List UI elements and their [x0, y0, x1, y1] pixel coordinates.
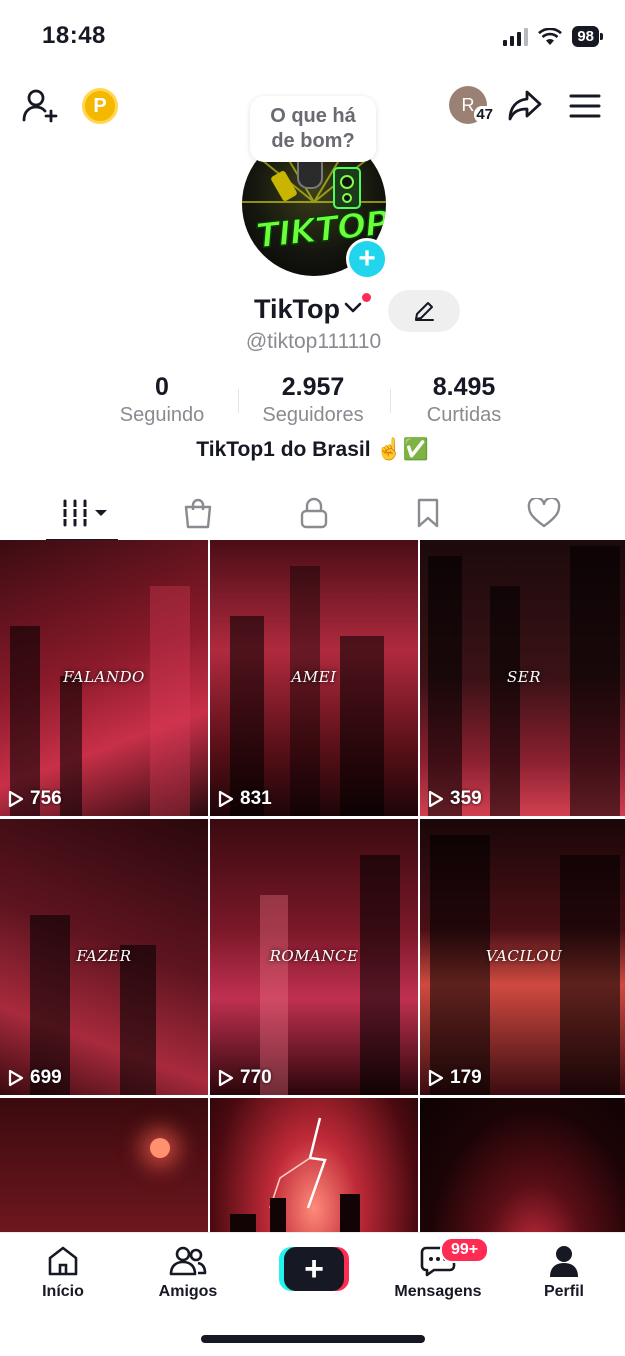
battery-icon: 98	[572, 26, 603, 47]
add-friend-button[interactable]	[20, 86, 60, 126]
view-count-value: 770	[240, 1067, 272, 1088]
tab-shop[interactable]	[168, 492, 228, 534]
street-light	[150, 1138, 170, 1158]
visitor-count: 47	[474, 106, 495, 123]
view-count: 831	[218, 788, 272, 810]
stat-following[interactable]: 0 Seguindo	[102, 373, 222, 427]
share-icon	[508, 90, 542, 121]
stat-followers[interactable]: 2.957 Seguidores	[248, 373, 378, 427]
video-grid: FALANDO 756 AMEI 831 SER 359 FAZER 699 R…	[0, 540, 625, 1240]
status-prompt-bubble[interactable]: O que há de bom?	[250, 96, 376, 162]
video-caption: FAZER	[76, 947, 132, 965]
friends-icon	[169, 1246, 207, 1276]
notification-dot	[362, 293, 371, 302]
tab-videos[interactable]	[52, 492, 112, 534]
view-count-value: 756	[30, 788, 62, 809]
view-count: 756	[8, 788, 62, 810]
nav-label: Início	[42, 1283, 84, 1300]
play-icon	[8, 790, 24, 808]
tab-private[interactable]	[284, 492, 344, 534]
name-row: TikTop	[0, 290, 625, 334]
stat-label: Seguindo	[119, 404, 205, 426]
play-icon	[8, 1069, 24, 1087]
video-thumbnail[interactable]: FALANDO 756	[0, 540, 208, 816]
heart-icon	[527, 498, 561, 528]
menu-button[interactable]	[565, 86, 605, 126]
bubble-line-1: O que há	[270, 105, 356, 127]
signal-icon	[503, 27, 529, 46]
stat-divider	[390, 389, 391, 413]
nav-label: Amigos	[158, 1283, 218, 1300]
grid-icon	[60, 499, 107, 527]
stat-value: 8.495	[432, 373, 496, 401]
nav-home[interactable]: Início	[13, 1243, 113, 1301]
video-thumbnail[interactable]	[210, 1098, 418, 1240]
nav-label: Mensagens	[394, 1283, 482, 1300]
view-count-value: 831	[240, 788, 272, 809]
video-thumbnail[interactable]: ROMANCE 770	[210, 819, 418, 1095]
view-count-value: 179	[450, 1067, 482, 1088]
home-indicator	[201, 1335, 425, 1343]
tab-saved[interactable]	[398, 492, 458, 534]
hamburger-icon	[569, 94, 601, 118]
display-name[interactable]: TikTop	[254, 294, 340, 325]
tab-liked[interactable]	[514, 492, 574, 534]
edit-profile-button[interactable]	[388, 290, 460, 332]
video-thumbnail[interactable]: AMEI 831	[210, 540, 418, 816]
chevron-down-icon[interactable]	[344, 300, 362, 314]
stat-label: Seguidores	[262, 404, 364, 426]
video-caption: FALANDO	[63, 668, 145, 686]
share-button[interactable]	[505, 86, 545, 126]
add-story-button[interactable]: +	[346, 238, 388, 280]
stat-value: 0	[155, 373, 169, 401]
shopping-bag-icon	[184, 498, 212, 529]
nav-friends[interactable]: Amigos	[138, 1243, 238, 1301]
play-icon	[428, 1069, 444, 1087]
stat-label: Curtidas	[426, 404, 502, 426]
bookmark-icon	[417, 498, 439, 528]
view-count: 179	[428, 1067, 482, 1089]
status-time: 18:48	[42, 22, 106, 49]
video-caption: AMEI	[291, 668, 337, 686]
profile-icon	[550, 1246, 578, 1277]
play-icon	[428, 790, 444, 808]
stat-value: 2.957	[281, 373, 345, 401]
messages-badge: 99+	[440, 1237, 490, 1263]
content-tabs	[0, 486, 625, 542]
video-caption: ROMANCE	[269, 947, 359, 965]
bubble-line-2: de bom?	[271, 130, 355, 152]
coin-icon[interactable]: P	[82, 88, 118, 124]
view-count-value: 359	[450, 788, 482, 809]
view-count: 770	[218, 1067, 272, 1089]
view-count-value: 699	[30, 1067, 62, 1088]
lightning-graphic	[230, 1117, 360, 1238]
stat-likes[interactable]: 8.495 Curtidas	[404, 373, 524, 427]
add-user-icon	[22, 89, 58, 123]
status-bar: 18:48 98	[0, 0, 625, 70]
status-icons: 98	[503, 26, 603, 47]
video-thumbnail[interactable]	[420, 1098, 625, 1240]
wifi-icon	[538, 27, 563, 45]
video-caption: VACILOU	[485, 947, 563, 965]
plus-icon: +	[284, 1247, 344, 1291]
view-count: 699	[8, 1067, 62, 1089]
profile-bio: TikTop1 do Brasil ☝️✅	[196, 438, 429, 461]
video-thumbnail[interactable]: FAZER 699	[0, 819, 208, 1095]
pencil-icon	[415, 302, 434, 321]
create-video-button[interactable]: +	[279, 1247, 349, 1291]
video-caption: SER	[506, 668, 542, 686]
play-icon	[218, 1069, 234, 1087]
username: @tiktop111110	[245, 330, 382, 353]
home-icon	[48, 1246, 78, 1276]
view-count: 359	[428, 788, 482, 810]
play-icon	[218, 790, 234, 808]
video-thumbnail[interactable]: VACILOU 179	[420, 819, 625, 1095]
profile-stats: 0 Seguindo 2.957 Seguidores 8.495 Curtid…	[0, 373, 625, 433]
video-thumbnail[interactable]: SER 359	[420, 540, 625, 816]
lock-icon	[300, 497, 328, 529]
nav-profile[interactable]: Perfil	[514, 1243, 614, 1301]
stat-divider	[238, 389, 239, 413]
video-thumbnail[interactable]	[0, 1098, 208, 1240]
nav-label: Perfil	[543, 1283, 584, 1300]
